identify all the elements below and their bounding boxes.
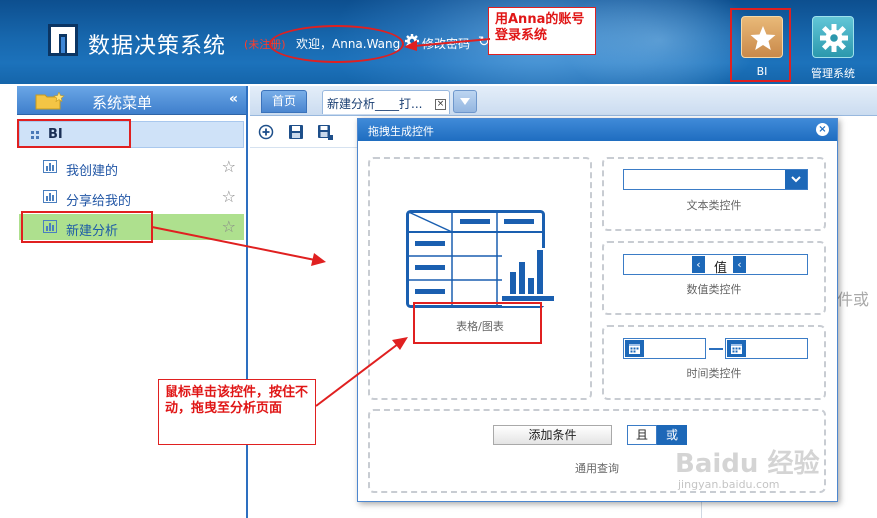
annotation-arrow-to-canvas xyxy=(151,226,326,266)
table-chart-icon xyxy=(406,210,554,308)
end-date-input xyxy=(725,338,808,359)
annotation-box-bi-root xyxy=(17,119,131,148)
annotation-drag-note: 鼠标单击该控件，按住不动，拖曳至分析页面 xyxy=(158,379,316,445)
number-value-label: 值 xyxy=(714,261,728,276)
tab-list-dropdown[interactable] xyxy=(453,90,477,113)
annotation-arrow-login xyxy=(404,38,491,51)
logic-or-toggle[interactable]: 或 xyxy=(657,425,687,445)
triangle-down-icon xyxy=(460,98,470,105)
sidebar-item-label: 我创建的 xyxy=(66,164,119,179)
tab-close-icon[interactable]: × xyxy=(435,99,446,110)
number-control-input: ‹ 值 ‹ xyxy=(623,254,808,276)
bar-chart-icon xyxy=(43,160,57,173)
chevron-down-icon xyxy=(785,170,807,189)
annotation-box-new-analysis xyxy=(21,211,153,243)
sidebar-header: 系统菜单 « xyxy=(17,86,246,115)
number-control[interactable]: ‹ 值 ‹ 数值类控件 xyxy=(602,241,826,315)
annotation-login-note: 用Anna的账号登录系统 xyxy=(488,7,596,55)
canvas-hint-text: 件或 xyxy=(837,290,870,309)
text-control-select xyxy=(623,169,808,190)
annotation-box-bi-nav xyxy=(730,8,791,82)
chevron-left-icon: ‹ xyxy=(692,256,705,273)
gear-icon xyxy=(820,24,848,52)
chevron-left-icon: ‹ xyxy=(733,256,746,273)
dialog-titlebar[interactable]: 拖拽生成控件 × xyxy=(358,119,837,141)
app-title: 数据决策系统 xyxy=(88,34,227,59)
date-range-separator xyxy=(709,348,723,350)
folder-icon xyxy=(35,92,65,110)
dialog-title: 拖拽生成控件 xyxy=(368,125,434,138)
admin-tile xyxy=(812,16,854,58)
start-date-input xyxy=(623,338,706,359)
number-control-label: 数值类控件 xyxy=(686,283,742,296)
calendar-icon xyxy=(625,340,644,357)
sidebar: 系统菜单 « BI 我创建的 ☆ 分享给我的 ☆ 新建分析 ☆ xyxy=(17,86,248,518)
sidebar-item-label: 分享给我的 xyxy=(66,194,132,209)
nav-admin-label: 管理系统 xyxy=(811,67,855,80)
tab-new-analysis-label: 新建分析____打... xyxy=(327,97,423,111)
tab-new-analysis[interactable]: 新建分析____打... × xyxy=(322,90,450,114)
analysis-toolbar xyxy=(250,117,357,148)
nav-admin-button[interactable]: 管理系统 xyxy=(805,14,861,80)
tab-home[interactable]: 首页 xyxy=(261,90,307,113)
annotation-arrow-to-table xyxy=(315,337,408,407)
star-outline-icon[interactable]: ☆ xyxy=(222,187,236,206)
sidebar-item-my-created[interactable]: 我创建的 ☆ xyxy=(19,154,244,180)
double-chevron-left-icon[interactable]: « xyxy=(229,91,238,107)
sidebar-title: 系统菜单 xyxy=(92,94,153,112)
calendar-icon xyxy=(727,340,746,357)
sidebar-item-shared-to-me[interactable]: 分享给我的 ☆ xyxy=(19,184,244,210)
time-control-label: 时间类控件 xyxy=(686,367,742,380)
bar-chart-icon xyxy=(43,190,57,203)
logic-and-toggle[interactable]: 且 xyxy=(627,425,657,445)
time-control[interactable]: 时间类控件 xyxy=(602,325,826,400)
tab-bar: 首页 新建分析____打... × xyxy=(250,86,877,116)
star-outline-icon[interactable]: ☆ xyxy=(222,157,236,176)
text-control[interactable]: 文本类控件 xyxy=(602,157,826,231)
annotation-ellipse-welcome xyxy=(269,25,404,63)
save-icon[interactable] xyxy=(288,124,304,140)
annotation-box-table-chart xyxy=(413,302,542,344)
baidu-watermark-url: jingyan.baidu.com xyxy=(678,478,780,491)
add-circle-icon[interactable] xyxy=(258,124,274,140)
baidu-watermark: Baidu 经验 xyxy=(675,449,820,479)
app-logo-icon xyxy=(48,24,78,56)
close-icon[interactable]: × xyxy=(816,123,829,136)
save-as-icon[interactable] xyxy=(317,124,333,140)
add-condition-button[interactable]: 添加条件 xyxy=(493,425,612,445)
text-control-label: 文本类控件 xyxy=(686,199,742,212)
